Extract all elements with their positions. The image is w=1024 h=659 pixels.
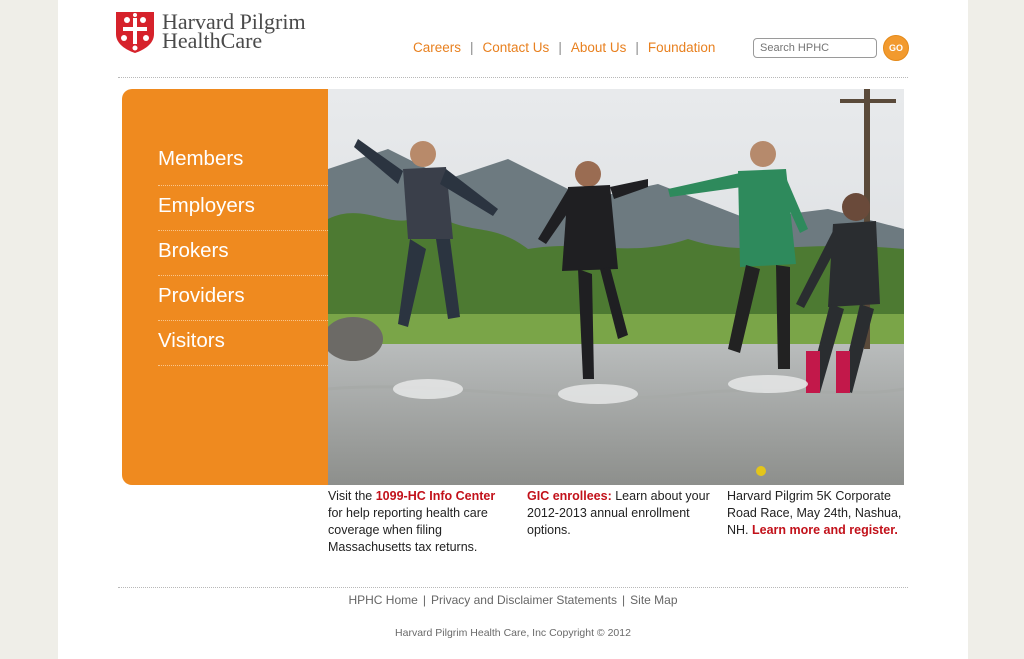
nav-separator: | (470, 40, 474, 55)
nav-about-link[interactable]: About Us (571, 40, 627, 55)
promo-gic: GIC enrollees: Learn about your 2012-201… (527, 488, 712, 539)
nav-providers[interactable]: Providers (158, 276, 328, 321)
nav-foundation-link[interactable]: Foundation (648, 40, 716, 55)
nav-separator: | (635, 40, 639, 55)
audience-nav-panel: Members Employers Brokers Providers Visi… (122, 89, 332, 485)
nav-separator: | (558, 40, 562, 55)
learn-more-link[interactable]: Learn more and register. (752, 523, 898, 537)
header-divider (118, 77, 908, 78)
nav-employers[interactable]: Employers (158, 186, 328, 231)
nav-members[interactable]: Members (158, 139, 328, 186)
hero-photo (328, 89, 904, 485)
copyright: Harvard Pilgrim Health Care, Inc Copyrig… (395, 627, 631, 639)
footer-sitemap-link[interactable]: Site Map (630, 593, 677, 607)
shield-logo-icon (116, 12, 154, 53)
footer-divider (118, 587, 908, 588)
page: Harvard Pilgrim HealthCare Careers | Conta… (58, 0, 968, 659)
promo-1099hc-link[interactable]: 1099-HC Info Center (376, 489, 495, 503)
promo-text: for help reporting health care coverage … (328, 506, 488, 554)
promo-5k-race: Harvard Pilgrim 5K Corporate Road Race, … (727, 488, 922, 539)
footer-separator: | (422, 593, 426, 607)
logo[interactable]: Harvard Pilgrim HealthCare (114, 10, 334, 56)
promo-gic-link[interactable]: GIC enrollees: (527, 489, 612, 503)
footer-links: HPHC Home | Privacy and Disclaimer Stateme… (58, 593, 968, 607)
top-nav: Careers | Contact Us | About Us | Foundation (413, 40, 715, 55)
footer-separator: | (622, 593, 626, 607)
nav-careers-link[interactable]: Careers (413, 40, 461, 55)
logo-wordmark: Harvard Pilgrim HealthCare (162, 11, 306, 52)
search-input[interactable] (753, 38, 877, 58)
promo-text: Visit the (328, 489, 376, 503)
nav-visitors[interactable]: Visitors (158, 321, 328, 366)
promo-1099hc: Visit the 1099-HC Info Center for help r… (328, 488, 508, 556)
nav-contact-link[interactable]: Contact Us (483, 40, 550, 55)
nav-brokers[interactable]: Brokers (158, 231, 328, 276)
search-go-button[interactable]: GO (883, 35, 909, 61)
footer-privacy-link[interactable]: Privacy and Disclaimer Statements (431, 593, 617, 607)
footer-home-link[interactable]: HPHC Home (348, 593, 417, 607)
